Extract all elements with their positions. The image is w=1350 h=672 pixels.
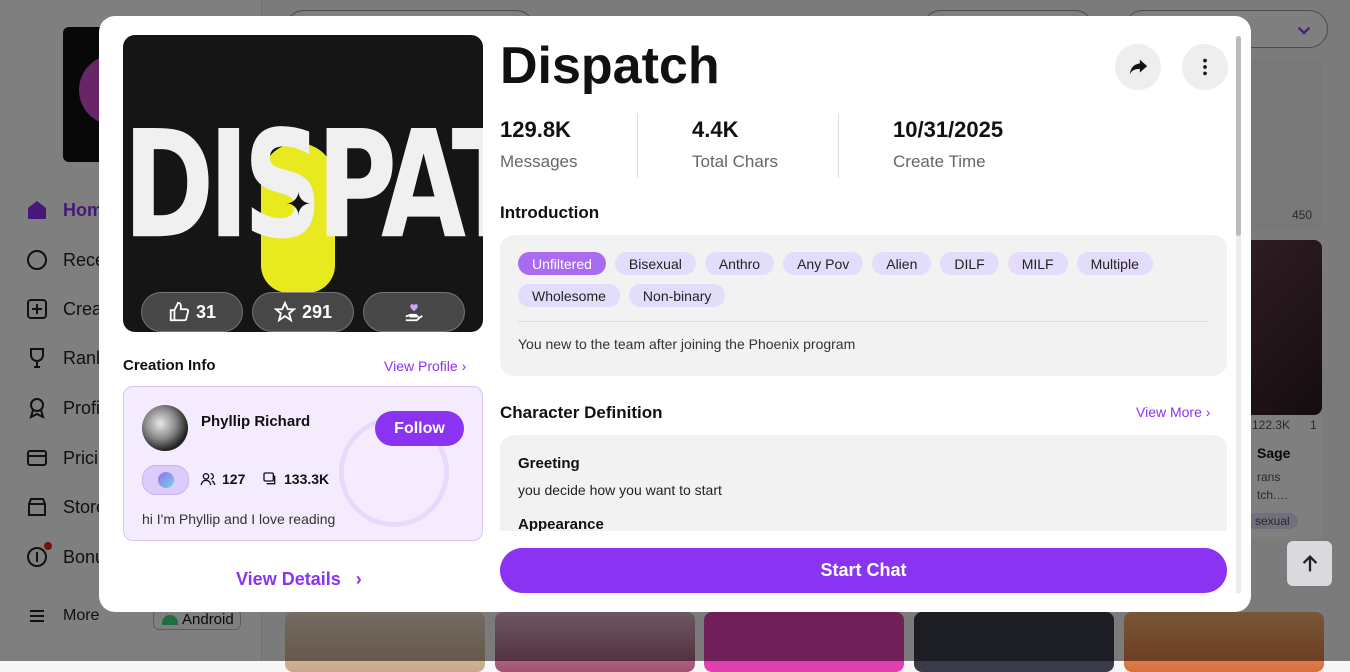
like-button[interactable]: 31 [141,292,243,332]
modal-scrollbar[interactable] [1236,36,1241,594]
character-title: Dispatch [500,37,720,95]
kebab-menu-icon [1203,58,1207,76]
character-cover-image: DISPATCH ✦ 31 291 [123,35,483,332]
follow-button[interactable]: Follow [375,411,464,446]
tag[interactable]: DILF [940,252,999,275]
start-chat-button[interactable]: Start Chat [500,548,1227,593]
creator-bio: hi I'm Phyllip and I love reading [142,511,336,527]
gift-button[interactable] [363,292,465,332]
star-button[interactable]: 291 [252,292,354,332]
creation-info-heading: Creation Info [123,357,216,374]
tag[interactable]: Wholesome [518,284,620,307]
creator-level-badge [142,465,189,495]
introduction-heading: Introduction [500,203,600,222]
tag[interactable]: Alien [872,252,932,275]
stat-messages: 129.8K Messages [500,117,578,171]
chevron-right-icon: › [1205,404,1211,420]
view-profile-link[interactable]: View Profile › [384,358,466,374]
creator-name[interactable]: Phyllip Richard [201,413,310,430]
view-more-link[interactable]: View More › [1136,404,1210,420]
scrollbar-thumb[interactable] [1236,36,1241,236]
tag[interactable]: Multiple [1076,252,1153,275]
gem-icon [157,472,174,488]
share-button[interactable] [1115,44,1161,90]
appearance-heading: Appearance [518,516,604,531]
introduction-text: You new to the team after joining the Ph… [518,336,856,352]
character-detail-modal: DISPATCH ✦ 31 291 Creation Info View Pro… [99,16,1251,612]
tag[interactable]: Bisexual [614,252,696,275]
messages-icon [263,472,276,485]
greeting-text: you decide how you want to start [518,482,722,498]
more-options-button[interactable] [1182,44,1228,90]
tag[interactable]: Any Pov [783,252,864,275]
creator-avatar[interactable] [142,405,188,451]
creator-card: Phyllip Richard Follow 127 133.3K hi I'm… [123,386,483,541]
scroll-to-top-button[interactable] [1287,541,1332,586]
users-icon [200,473,216,486]
chevron-right-icon: › [461,358,467,374]
chats-count: 133.3K [262,471,329,487]
view-details-link[interactable]: View Details › [236,569,362,590]
followers-count: 127 [200,471,245,487]
arrow-up-icon [1302,554,1317,571]
heart-hand-icon [405,304,423,322]
thumbs-up-icon [169,301,190,322]
sparkle-icon: ✦ [285,186,312,222]
character-definition-heading: Character Definition [500,403,663,422]
share-arrow-icon [1129,59,1148,75]
tag[interactable]: Non-binary [628,284,726,307]
star-icon [273,301,296,323]
greeting-heading: Greeting [518,455,580,472]
tag[interactable]: MILF [1007,252,1068,275]
stat-create-time: 10/31/2025 Create Time [893,117,1004,171]
stat-total-chars: 4.4K Total Chars [692,117,778,171]
tag[interactable]: Anthro [704,252,775,275]
tag[interactable]: Unfiltered [518,252,606,275]
divider [637,114,638,178]
character-definition-box: Greeting you decide how you want to star… [500,435,1227,531]
chevron-right-icon: › [355,569,362,589]
divider [838,114,839,178]
tag-list: Unfiltered Bisexual Anthro Any Pov Alien… [518,252,1208,307]
divider [518,321,1208,322]
introduction-box: Unfiltered Bisexual Anthro Any Pov Alien… [500,235,1227,376]
